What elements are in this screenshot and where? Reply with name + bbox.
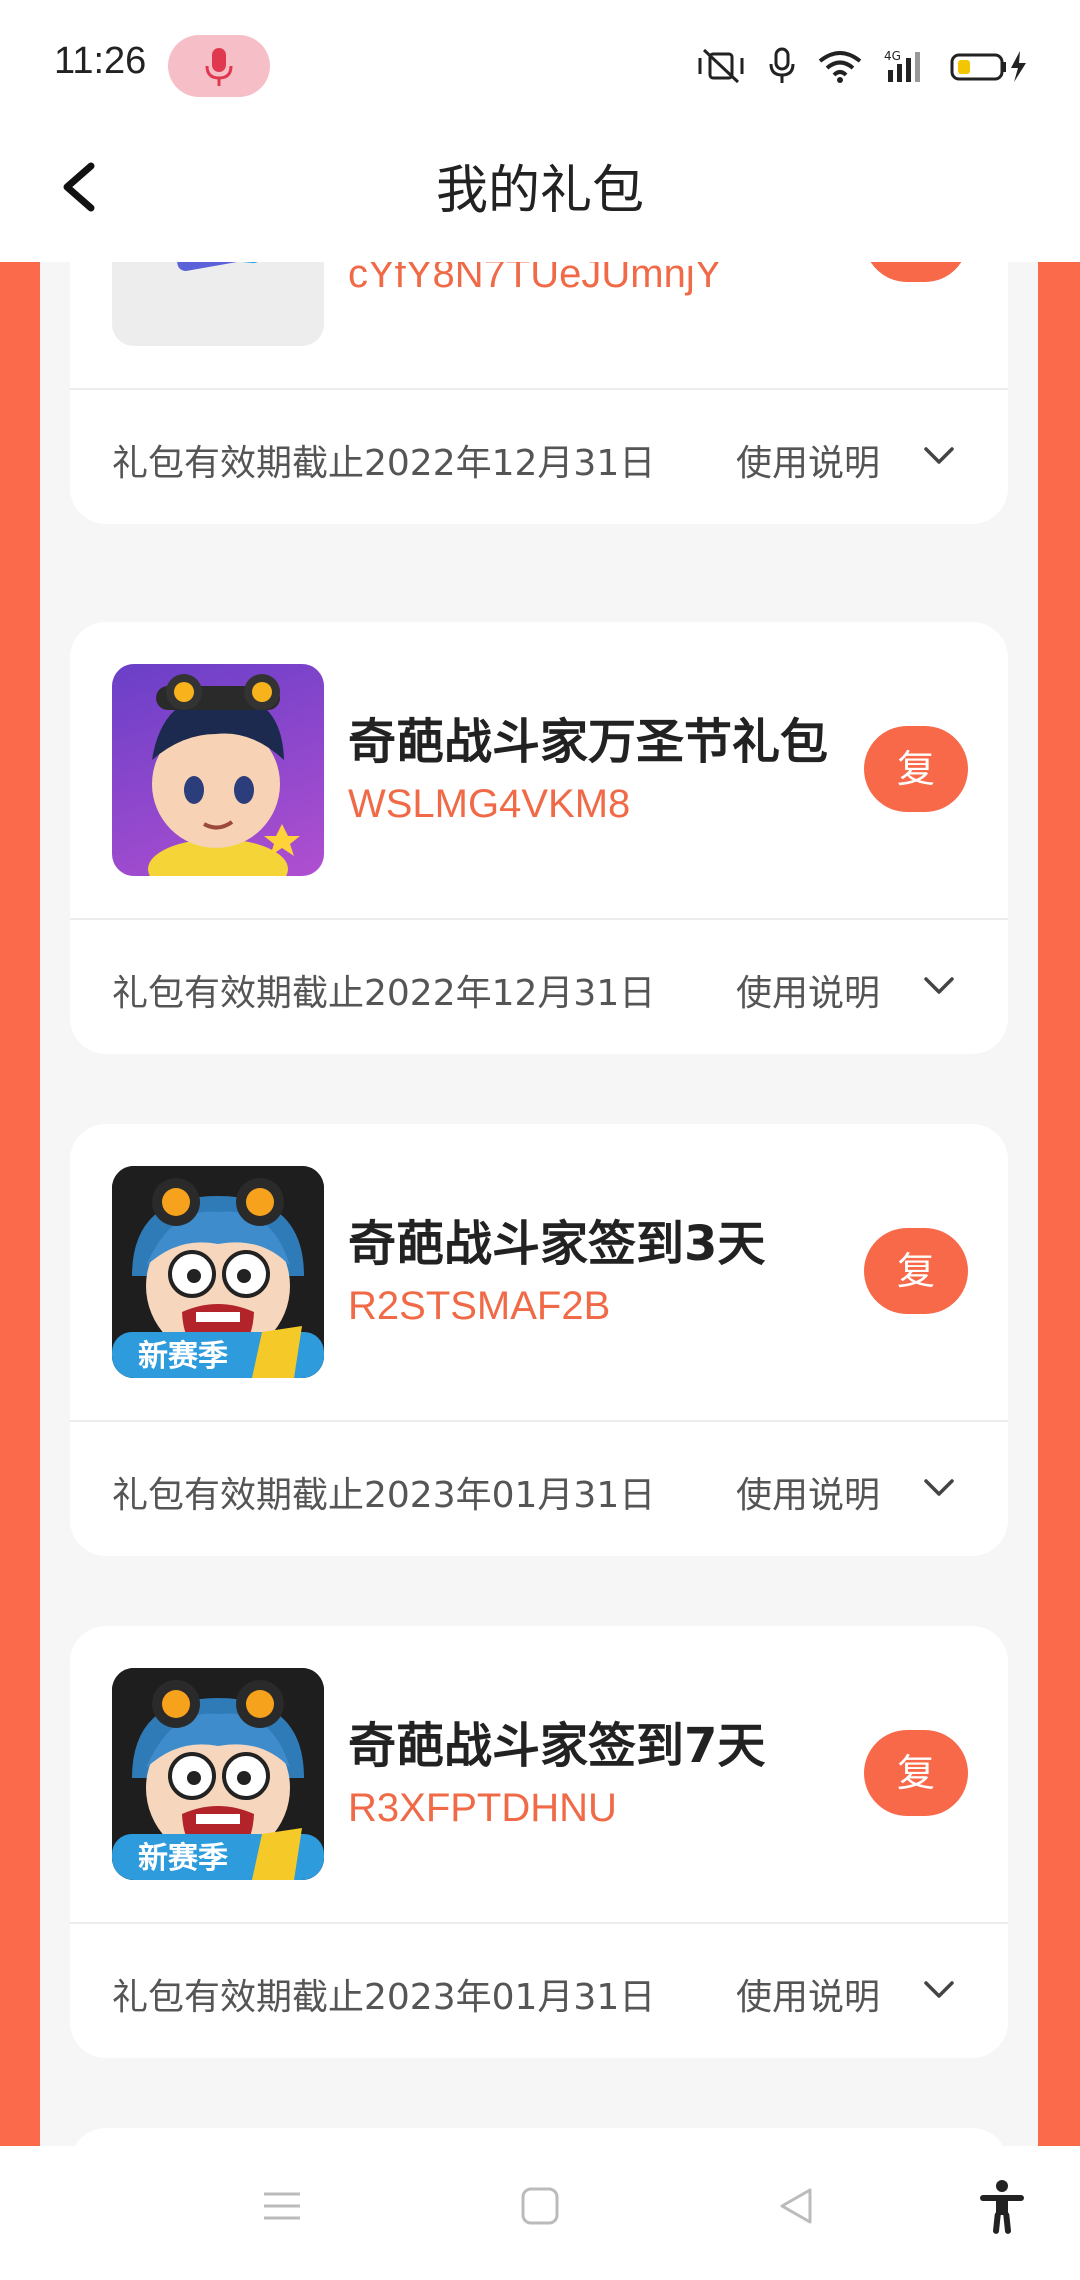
gift-name: 奇葩战斗家万圣节礼包: [348, 714, 829, 770]
gift-card-main: 新赛季 奇葩战斗家签到7天 R3XFPTDHNU 复: [70, 1626, 1008, 1924]
status-bar: 11:26 4G: [0, 0, 1080, 120]
copy-button[interactable]: 复: [864, 1730, 968, 1816]
accessibility-icon[interactable]: [978, 2180, 1026, 2236]
gift-card: 奇葩战斗家万圣节礼包 WSLMG4VKM8 复 礼包有效期截止2022年12月3…: [70, 622, 1008, 1054]
game-badge-text: 新赛季: [138, 1841, 228, 1876]
gift-code: WSLMG4VKM8: [348, 782, 631, 826]
mystery-card-icon: ?: [163, 262, 271, 271]
gift-card-footer: 礼包有效期截止2022年12月31日 使用说明: [70, 390, 1008, 524]
usage-instructions-toggle[interactable]: 使用说明: [736, 434, 880, 486]
page-title: 我的礼包: [435, 161, 644, 221]
home-square-icon[interactable]: [520, 2186, 560, 2226]
gift-card: 新赛季 奇葩战斗家签到7天 R3XFPTDHNU 复 礼包有效期截止2023年0…: [70, 1626, 1008, 2058]
game-thumbnail: 新赛季: [112, 1668, 324, 1880]
gift-list-panel: ? cYfY8N7TUeJUmnjY 复 礼包有效期截止2022年12月31日 …: [40, 262, 1038, 2146]
gift-card: 新赛季 奇葩战斗家签到3天 R2STSMAF2B 复 礼包有效期截止2023年0…: [70, 1124, 1008, 1556]
cellular-4g-icon: 4G: [884, 49, 920, 82]
gift-card-main: 新赛季 奇葩战斗家签到3天 R2STSMAF2B 复: [70, 1124, 1008, 1422]
gift-expiry: 礼包有效期截止2023年01月31日: [112, 1475, 656, 1516]
gift-card-footer: 礼包有效期截止2023年01月31日 使用说明: [70, 1422, 1008, 1556]
gift-code: R3XFPTDHNU: [348, 1786, 617, 1830]
gift-expiry: 礼包有效期截止2022年12月31日: [112, 973, 656, 1014]
gift-card-main: ? cYfY8N7TUeJUmnjY 复: [70, 262, 1008, 390]
chevron-down-icon[interactable]: [922, 1476, 956, 1500]
copy-button[interactable]: 复: [864, 262, 968, 282]
gift-card: ? cYfY8N7TUeJUmnjY 复 礼包有效期截止2022年12月31日 …: [70, 262, 1008, 524]
back-triangle-icon[interactable]: [776, 2186, 816, 2226]
gift-expiry: 礼包有效期截止2023年01月31日: [112, 1977, 656, 2018]
gift-card-main: 奇葩战斗家万圣节礼包 WSLMG4VKM8 复: [70, 622, 1008, 920]
chevron-down-icon[interactable]: [922, 1978, 956, 2002]
microphone-icon: [769, 47, 795, 83]
status-time: 11:26: [54, 40, 147, 82]
copy-button[interactable]: 复: [864, 1228, 968, 1314]
game-thumbnail: 新赛季: [112, 1166, 324, 1378]
app-header: 我的礼包: [0, 120, 1080, 262]
battery-charging-icon: [950, 51, 1026, 82]
gift-code: R2STSMAF2B: [348, 1284, 611, 1328]
gift-card-footer: 礼包有效期截止2023年01月31日 使用说明: [70, 1924, 1008, 2058]
usage-instructions-toggle[interactable]: 使用说明: [736, 1968, 880, 2020]
chevron-down-icon[interactable]: [922, 974, 956, 998]
usage-instructions-toggle[interactable]: 使用说明: [736, 964, 880, 1016]
vibrate-mute-icon: [698, 48, 744, 84]
gift-list-container[interactable]: ? cYfY8N7TUeJUmnjY 复 礼包有效期截止2022年12月31日 …: [0, 262, 1080, 2146]
gift-card: [70, 2128, 1008, 2146]
mic-recording-indicator[interactable]: [168, 35, 270, 97]
wifi-icon: [818, 51, 862, 83]
game-character-icon: 新赛季: [112, 1668, 324, 1880]
game-thumbnail: [112, 664, 324, 876]
svg-text:4G: 4G: [884, 49, 901, 63]
gift-name: 奇葩战斗家签到3天: [348, 1216, 766, 1272]
system-navigation-bar: [0, 2146, 1080, 2280]
game-character-icon: [148, 674, 300, 876]
game-badge-text: 新赛季: [138, 1339, 228, 1374]
gift-name: 奇葩战斗家签到7天: [348, 1718, 766, 1774]
game-thumbnail: ?: [112, 262, 324, 346]
gift-expiry: 礼包有效期截止2022年12月31日: [112, 443, 656, 484]
game-character-icon: 新赛季: [112, 1166, 324, 1378]
mic-icon: [205, 48, 233, 86]
gift-card-footer: 礼包有效期截止2022年12月31日 使用说明: [70, 920, 1008, 1054]
copy-button[interactable]: 复: [864, 726, 968, 812]
usage-instructions-toggle[interactable]: 使用说明: [736, 1466, 880, 1518]
status-icons: 4G: [696, 46, 1028, 86]
gift-code: cYfY8N7TUeJUmnjY: [348, 262, 722, 296]
menu-icon[interactable]: [262, 2186, 302, 2226]
chevron-down-icon[interactable]: [922, 444, 956, 468]
